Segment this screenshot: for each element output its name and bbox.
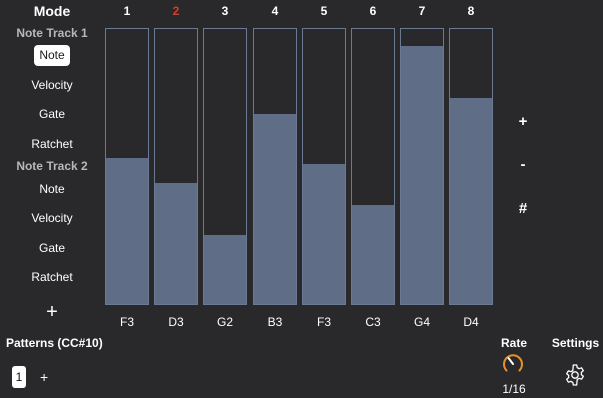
step-note-label-2: D3 [168, 315, 184, 329]
step-level-fill [254, 114, 296, 304]
rate-label: Rate [500, 336, 527, 350]
step-note-label-8: D4 [463, 315, 479, 329]
step-number-4: 4 [271, 4, 279, 18]
step-note-label-7: G4 [413, 315, 430, 329]
step-level-fill [401, 45, 443, 304]
add-track-button[interactable]: + [0, 302, 104, 322]
gear-icon[interactable] [563, 363, 587, 387]
add-pattern-button[interactable]: + [40, 367, 48, 387]
track-2-ratchet-mode[interactable]: Ratchet [0, 267, 104, 287]
step-level-fill [155, 183, 197, 304]
step-number-6: 6 [369, 4, 377, 18]
step-slider-8[interactable] [449, 28, 493, 305]
step-note-label-5: F3 [316, 315, 331, 329]
step-slider-3[interactable] [203, 28, 247, 305]
track-2-note-mode[interactable]: Note [0, 179, 104, 199]
step-slider-7[interactable] [400, 28, 444, 305]
settings-label: Settings [551, 336, 600, 350]
step-number-8: 8 [467, 4, 475, 18]
step-slider-1[interactable] [105, 28, 149, 305]
track-1-note-label: Note [34, 45, 70, 66]
step-number-5: 5 [320, 4, 328, 18]
track-2-header: Note Track 2 [16, 159, 88, 173]
track-1-gate-mode[interactable]: Gate [0, 104, 104, 124]
step-level-fill [106, 158, 148, 304]
track-2-velocity-mode[interactable]: Velocity [0, 208, 104, 228]
step-level-fill [204, 235, 246, 304]
patterns-title: Patterns (CC#10) [6, 336, 103, 350]
minus-button[interactable]: - [508, 156, 538, 173]
step-note-label-4: B3 [267, 315, 283, 329]
track-1-ratchet-mode[interactable]: Ratchet [0, 134, 104, 154]
step-number-7: 7 [418, 4, 426, 18]
step-slider-6[interactable] [351, 28, 395, 305]
step-note-label-3: G2 [216, 315, 233, 329]
step-note-label-1: F3 [119, 315, 134, 329]
mode-title: Mode [33, 3, 71, 19]
track-1-header: Note Track 1 [16, 26, 88, 40]
step-level-fill [352, 205, 394, 304]
step-number-3: 3 [221, 4, 229, 18]
step-slider-4[interactable] [253, 28, 297, 305]
sharp-button[interactable]: # [508, 200, 538, 217]
track-2-gate-mode[interactable]: Gate [0, 238, 104, 258]
step-note-label-6: C3 [365, 315, 381, 329]
track-1-note-mode[interactable]: Note [0, 45, 104, 66]
track-1-velocity-mode[interactable]: Velocity [0, 75, 104, 95]
step-level-fill [450, 97, 492, 304]
step-number-2: 2 [172, 4, 180, 18]
pattern-1-button[interactable]: 1 [12, 366, 26, 388]
rate-knob[interactable] [501, 352, 525, 376]
step-slider-5[interactable] [302, 28, 346, 305]
rate-value: 1/16 [502, 382, 526, 396]
step-level-fill [303, 163, 345, 304]
step-number-1: 1 [123, 4, 131, 18]
plus-button[interactable]: + [508, 113, 538, 130]
step-slider-2[interactable] [154, 28, 198, 305]
